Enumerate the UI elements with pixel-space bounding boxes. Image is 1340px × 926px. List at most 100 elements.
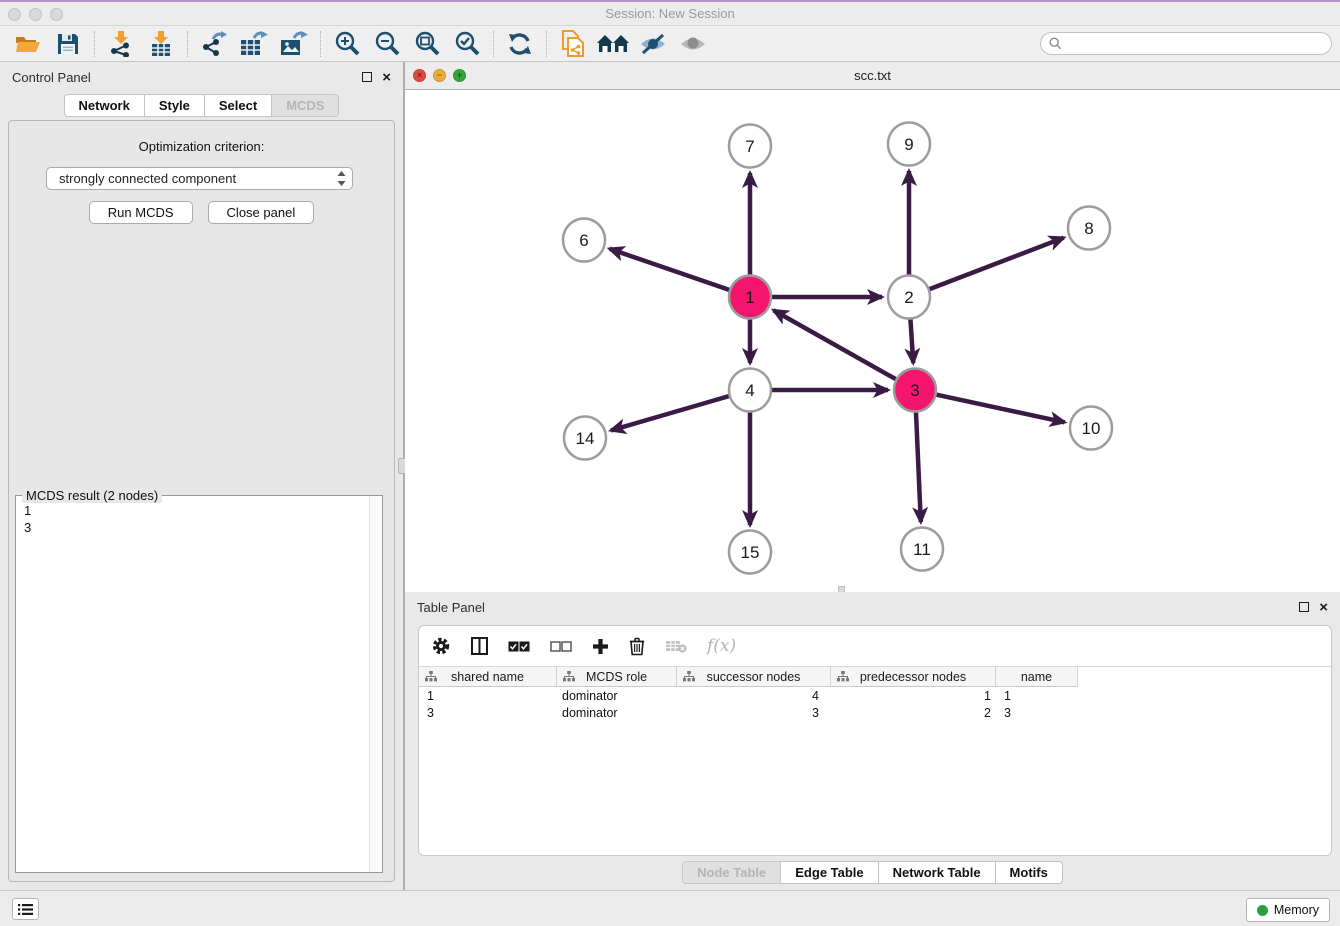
tab-style[interactable]: Style — [145, 94, 205, 117]
node-4[interactable]: 4 — [729, 369, 771, 412]
close-panel-button[interactable]: Close panel — [208, 201, 315, 224]
add-row-button[interactable] — [592, 634, 609, 658]
edge-3-10[interactable] — [937, 395, 1065, 423]
search-box[interactable] — [1040, 32, 1332, 55]
optimization-dropdown[interactable]: strongly connected component — [46, 167, 353, 190]
export-image-icon — [280, 31, 308, 57]
memory-button[interactable]: Memory — [1246, 898, 1330, 922]
function-builder-button[interactable]: f(x) — [707, 634, 736, 658]
node-1[interactable]: 1 — [729, 276, 771, 319]
open-session-button[interactable] — [8, 29, 48, 59]
dropdown-value: strongly connected component — [59, 171, 337, 186]
network-window-titlebar[interactable]: × − + scc.txt — [405, 62, 1340, 90]
svg-text:8: 8 — [1084, 219, 1093, 238]
select-all-button[interactable] — [508, 634, 530, 658]
run-mcds-button[interactable]: Run MCDS — [89, 201, 193, 224]
show-all-panels-button[interactable] — [593, 29, 633, 59]
zoom-out-button[interactable] — [367, 29, 407, 59]
svg-text:7: 7 — [745, 137, 754, 156]
table-cell[interactable]: 3 — [677, 704, 831, 721]
node-2[interactable]: 2 — [888, 276, 930, 319]
import-network-button[interactable] — [101, 29, 141, 59]
delete-column-button[interactable] — [665, 634, 687, 658]
table-cell[interactable]: dominator — [557, 687, 677, 704]
export-table-button[interactable] — [234, 29, 274, 59]
close-table-panel-icon[interactable]: × — [1319, 600, 1328, 615]
search-input[interactable] — [1067, 36, 1323, 52]
table-cell[interactable]: 2 — [831, 704, 996, 721]
tab-motifs[interactable]: Motifs — [996, 861, 1063, 884]
zoom-fit-button[interactable] — [407, 29, 447, 59]
network-graph[interactable]: 7 9 6 8 1 2 4 3 14 10 15 11 — [405, 90, 1340, 592]
svg-text:3: 3 — [910, 381, 919, 400]
deselect-all-button[interactable] — [550, 634, 572, 658]
table-cell[interactable]: 1 — [831, 687, 996, 704]
tab-network-table[interactable]: Network Table — [879, 861, 996, 884]
trash-icon — [629, 637, 645, 656]
table-cell[interactable]: 3 — [419, 704, 557, 721]
table-cell[interactable]: 3 — [996, 704, 1078, 721]
edge-2-8[interactable] — [930, 238, 1064, 289]
close-panel-icon[interactable]: × — [382, 70, 391, 85]
column-header-name[interactable]: name — [996, 667, 1078, 687]
zoom-selected-button[interactable] — [447, 29, 487, 59]
node-15[interactable]: 15 — [729, 531, 771, 574]
column-header-predecessor-nodes[interactable]: predecessor nodes — [831, 667, 996, 687]
save-session-button[interactable] — [48, 29, 88, 59]
node-3[interactable]: 3 — [894, 369, 936, 412]
import-table-button[interactable] — [141, 29, 181, 59]
table-cell[interactable]: dominator — [557, 704, 677, 721]
edge-1-6[interactable] — [610, 249, 730, 290]
zoom-in-icon — [334, 31, 360, 57]
tab-mcds[interactable]: MCDS — [272, 94, 339, 117]
zoom-in-button[interactable] — [327, 29, 367, 59]
node-9[interactable]: 9 — [888, 123, 930, 166]
node-11[interactable]: 11 — [901, 528, 943, 571]
tab-select[interactable]: Select — [205, 94, 272, 117]
node-14[interactable]: 14 — [564, 417, 606, 460]
edge-3-11[interactable] — [916, 412, 921, 522]
toolbar-separator — [320, 31, 321, 57]
open-folder-icon — [15, 33, 41, 55]
network-overview-button[interactable] — [553, 29, 593, 59]
edge-3-1[interactable] — [774, 310, 896, 379]
table-cell[interactable]: 1 — [419, 687, 557, 704]
node-7[interactable]: 7 — [729, 125, 771, 168]
status-bar: Memory — [0, 890, 1340, 926]
column-visibility-button[interactable] — [471, 634, 488, 658]
unchecked-boxes-icon — [550, 641, 572, 652]
table-header-row[interactable]: shared nameMCDS rolesuccessor nodesprede… — [419, 666, 1331, 687]
edge-2-3[interactable] — [910, 319, 913, 363]
export-image-button[interactable] — [274, 29, 314, 59]
show-panel-button[interactable] — [673, 29, 713, 59]
node-8[interactable]: 8 — [1068, 207, 1110, 250]
float-panel-icon[interactable] — [362, 72, 372, 82]
tab-network[interactable]: Network — [64, 94, 145, 117]
table-row[interactable]: 1dominator411 — [419, 687, 1331, 704]
refresh-button[interactable] — [500, 29, 540, 59]
delete-rows-button[interactable] — [629, 634, 645, 658]
tab-edge-table[interactable]: Edge Table — [781, 861, 878, 884]
control-panel-title: Control Panel — [12, 70, 91, 85]
tab-node-table[interactable]: Node Table — [682, 861, 781, 884]
float-table-panel-icon[interactable] — [1299, 602, 1309, 612]
edge-4-14[interactable] — [611, 396, 729, 430]
hide-panel-button[interactable] — [633, 29, 673, 59]
network-canvas[interactable]: 7 9 6 8 1 2 4 3 14 10 15 11 — [405, 90, 1340, 592]
result-scrollbar[interactable] — [369, 496, 382, 872]
app-titlebar: Session: New Session — [0, 0, 1340, 26]
table-panel: Table Panel × — [405, 592, 1340, 890]
table-body[interactable]: 1dominator4113dominator323 — [419, 687, 1331, 721]
node-6[interactable]: 6 — [563, 219, 605, 262]
column-header-successor-nodes[interactable]: successor nodes — [677, 667, 831, 687]
task-history-button[interactable] — [12, 898, 39, 920]
table-cell[interactable]: 4 — [677, 687, 831, 704]
node-10[interactable]: 10 — [1070, 407, 1112, 450]
mcds-result-title: MCDS result (2 nodes) — [22, 488, 162, 503]
column-header-MCDS-role[interactable]: MCDS role — [557, 667, 677, 687]
column-header-shared-name[interactable]: shared name — [419, 667, 557, 687]
table-row[interactable]: 3dominator323 — [419, 704, 1331, 721]
table-cell[interactable]: 1 — [996, 687, 1078, 704]
export-network-button[interactable] — [194, 29, 234, 59]
table-settings-button[interactable] — [431, 634, 451, 658]
